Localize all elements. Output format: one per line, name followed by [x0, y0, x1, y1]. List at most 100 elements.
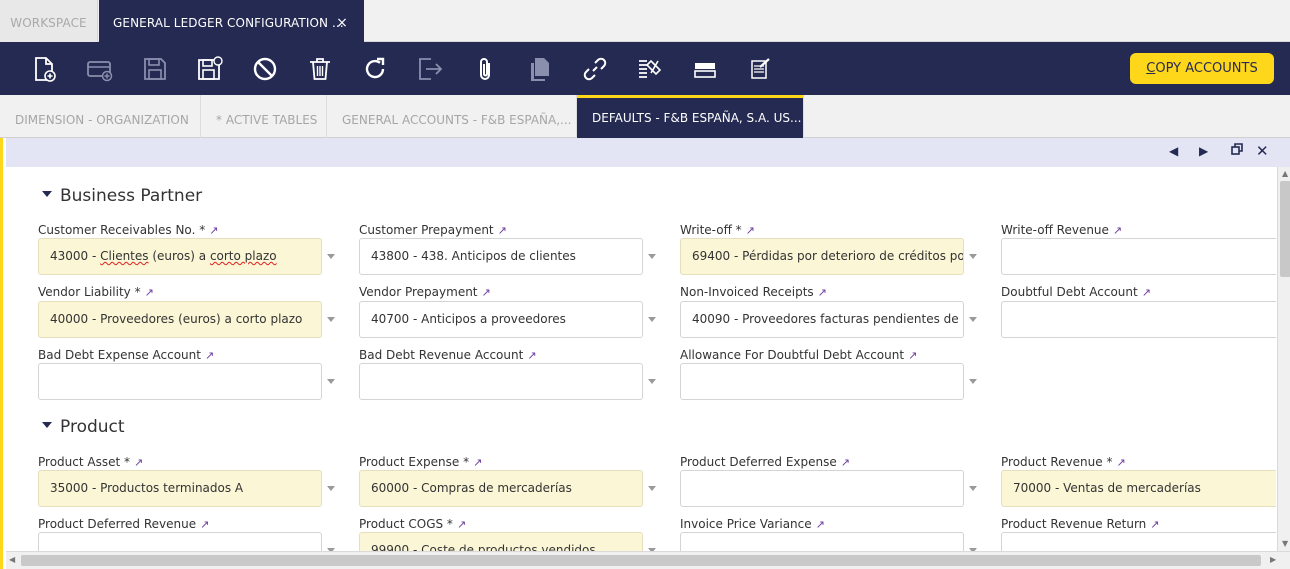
- tab-workspace[interactable]: WORKSPACE: [0, 0, 98, 42]
- previous-record-icon[interactable]: ◀: [1169, 144, 1178, 158]
- process-icon[interactable]: [636, 55, 664, 83]
- chevron-down-icon[interactable]: [969, 317, 977, 322]
- toolbar: COPY ACCOUNTS: [0, 42, 1290, 95]
- chevron-down-icon[interactable]: [969, 379, 977, 384]
- scrollbar-thumb[interactable]: [21, 555, 1261, 566]
- new-row-icon[interactable]: [86, 55, 114, 83]
- product-revenue-field[interactable]: 70000 - Ventas de mercaderías: [1001, 470, 1276, 507]
- vendor-liability-label: Vendor Liability * ↗: [38, 285, 154, 299]
- new-document-icon[interactable]: [30, 55, 58, 83]
- scroll-left-icon[interactable]: ◀: [9, 555, 15, 564]
- product-deferred-revenue-label: Product Deferred Revenue ↗: [38, 517, 210, 531]
- horizontal-scrollbar[interactable]: ◀ ▶: [6, 551, 1290, 569]
- tab-defaults[interactable]: DEFAULTS - F&B ESPAÑA, S.A. US...: [577, 95, 804, 138]
- customer-receivables-field[interactable]: 43000 - Clientes (euros) a corto plazo: [38, 238, 322, 275]
- vendor-liability-field[interactable]: 40000 - Proveedores (euros) a corto plaz…: [38, 301, 322, 338]
- maximize-icon[interactable]: [1231, 143, 1243, 158]
- write-off-field[interactable]: 69400 - Pérdidas por deterioro de crédit…: [680, 238, 964, 275]
- link-arrow-icon[interactable]: ↗: [1142, 286, 1151, 299]
- link-arrow-icon[interactable]: ↗: [145, 286, 154, 299]
- link-arrow-icon[interactable]: ↗: [498, 224, 507, 237]
- section-business-partner[interactable]: Business Partner: [42, 186, 202, 206]
- non-invoiced-receipts-label: Non-Invoiced Receipts ↗: [680, 285, 827, 299]
- link-arrow-icon[interactable]: ↗: [1116, 456, 1125, 469]
- link-arrow-icon[interactable]: ↗: [205, 349, 214, 362]
- link-arrow-icon[interactable]: ↗: [908, 349, 917, 362]
- copy-accounts-button[interactable]: COPY ACCOUNTS: [1130, 53, 1274, 84]
- save-icon[interactable]: [141, 55, 169, 83]
- save-close-icon[interactable]: [196, 55, 224, 83]
- collapse-caret-icon[interactable]: [42, 422, 52, 428]
- attach-icon[interactable]: [471, 55, 499, 83]
- vendor-prepayment-label: Vendor Prepayment ↗: [359, 285, 491, 299]
- link-arrow-icon[interactable]: ↗: [482, 286, 491, 299]
- allowance-doubtful-label: Allowance For Doubtful Debt Account ↗: [680, 348, 918, 362]
- vertical-scrollbar[interactable]: ▲ ▼: [1277, 167, 1290, 553]
- link-arrow-icon[interactable]: ↗: [1113, 224, 1122, 237]
- chevron-down-icon[interactable]: [327, 317, 335, 322]
- section-product[interactable]: Product: [42, 417, 125, 437]
- close-icon[interactable]: ×: [336, 0, 348, 46]
- scroll-down-icon[interactable]: ▼: [1282, 539, 1288, 548]
- link-arrow-icon[interactable]: ↗: [209, 224, 218, 237]
- vendor-prepayment-field[interactable]: 40700 - Anticipos a proveedores: [359, 301, 643, 338]
- next-record-icon[interactable]: ▶: [1199, 144, 1208, 158]
- tab-general-ledger-configuration[interactable]: GENERAL LEDGER CONFIGURATION ... ×: [99, 0, 364, 42]
- clone-icon[interactable]: [526, 55, 554, 83]
- doubtful-debt-account-field[interactable]: [1001, 301, 1276, 338]
- scroll-up-icon[interactable]: ▲: [1282, 169, 1288, 178]
- export-icon[interactable]: [416, 55, 444, 83]
- bad-debt-expense-field[interactable]: [38, 363, 322, 400]
- allowance-doubtful-field[interactable]: [680, 363, 964, 400]
- tab-active-tables[interactable]: * ACTIVE TABLES: [201, 95, 327, 138]
- link-arrow-icon[interactable]: ↗: [134, 456, 143, 469]
- product-asset-field[interactable]: 35000 - Productos terminados A: [38, 470, 322, 507]
- product-revenue-return-field[interactable]: [1001, 532, 1276, 551]
- chevron-down-icon[interactable]: [648, 317, 656, 322]
- cancel-icon[interactable]: [251, 55, 279, 83]
- write-off-revenue-field[interactable]: [1001, 238, 1276, 275]
- refresh-icon[interactable]: [361, 55, 389, 83]
- non-invoiced-receipts-field[interactable]: 40090 - Proveedores facturas pendientes …: [680, 301, 964, 338]
- link-arrow-icon[interactable]: ↗: [818, 286, 827, 299]
- product-deferred-revenue-field[interactable]: [38, 532, 322, 551]
- link-arrow-icon[interactable]: ↗: [816, 518, 825, 531]
- chevron-down-icon[interactable]: [648, 379, 656, 384]
- chevron-down-icon[interactable]: [327, 379, 335, 384]
- chevron-down-icon[interactable]: [327, 254, 335, 259]
- product-cogs-label: Product COGS * ↗: [359, 517, 467, 531]
- delete-icon[interactable]: [306, 55, 334, 83]
- form-nav-bar: ◀ ▶ ✕: [6, 138, 1290, 167]
- link-arrow-icon[interactable]: ↗: [841, 456, 850, 469]
- customer-prepayment-label: Customer Prepayment ↗: [359, 223, 507, 237]
- link-arrow-icon[interactable]: ↗: [473, 456, 482, 469]
- grid-view-icon[interactable]: [691, 55, 719, 83]
- chevron-down-icon[interactable]: [648, 486, 656, 491]
- tab-general-accounts[interactable]: GENERAL ACCOUNTS - F&B ESPAÑA,...: [327, 95, 577, 138]
- bad-debt-revenue-field[interactable]: [359, 363, 643, 400]
- scrollbar-thumb[interactable]: [1280, 181, 1290, 277]
- link-arrow-icon[interactable]: ↗: [200, 518, 209, 531]
- collapse-caret-icon[interactable]: [42, 191, 52, 197]
- product-deferred-expense-field[interactable]: [680, 470, 964, 507]
- write-off-revenue-label: Write-off Revenue ↗: [1001, 223, 1123, 237]
- write-off-label: Write-off * ↗: [680, 223, 755, 237]
- link-arrow-icon[interactable]: ↗: [527, 349, 536, 362]
- scroll-right-icon[interactable]: ▶: [1270, 555, 1276, 564]
- product-expense-field[interactable]: 60000 - Compras de mercaderías: [359, 470, 643, 507]
- chevron-down-icon[interactable]: [648, 254, 656, 259]
- customer-prepayment-field[interactable]: 43800 - 438. Anticipos de clientes: [359, 238, 643, 275]
- tab-dimension-organization[interactable]: DIMENSION - ORGANIZATION: [0, 95, 201, 138]
- link-arrow-icon[interactable]: ↗: [746, 224, 755, 237]
- link-arrow-icon[interactable]: ↗: [1150, 518, 1159, 531]
- chevron-down-icon[interactable]: [969, 254, 977, 259]
- chevron-down-icon[interactable]: [327, 486, 335, 491]
- product-cogs-field[interactable]: 99900 - Coste de productos vendidos: [359, 532, 643, 551]
- main-tab-strip: WORKSPACE GENERAL LEDGER CONFIGURATION .…: [0, 0, 1290, 42]
- link-arrow-icon[interactable]: ↗: [457, 518, 466, 531]
- close-form-icon[interactable]: ✕: [1256, 142, 1269, 160]
- audit-icon[interactable]: [746, 55, 774, 83]
- invoice-price-variance-field[interactable]: [680, 532, 964, 551]
- link-icon[interactable]: [581, 55, 609, 83]
- chevron-down-icon[interactable]: [969, 486, 977, 491]
